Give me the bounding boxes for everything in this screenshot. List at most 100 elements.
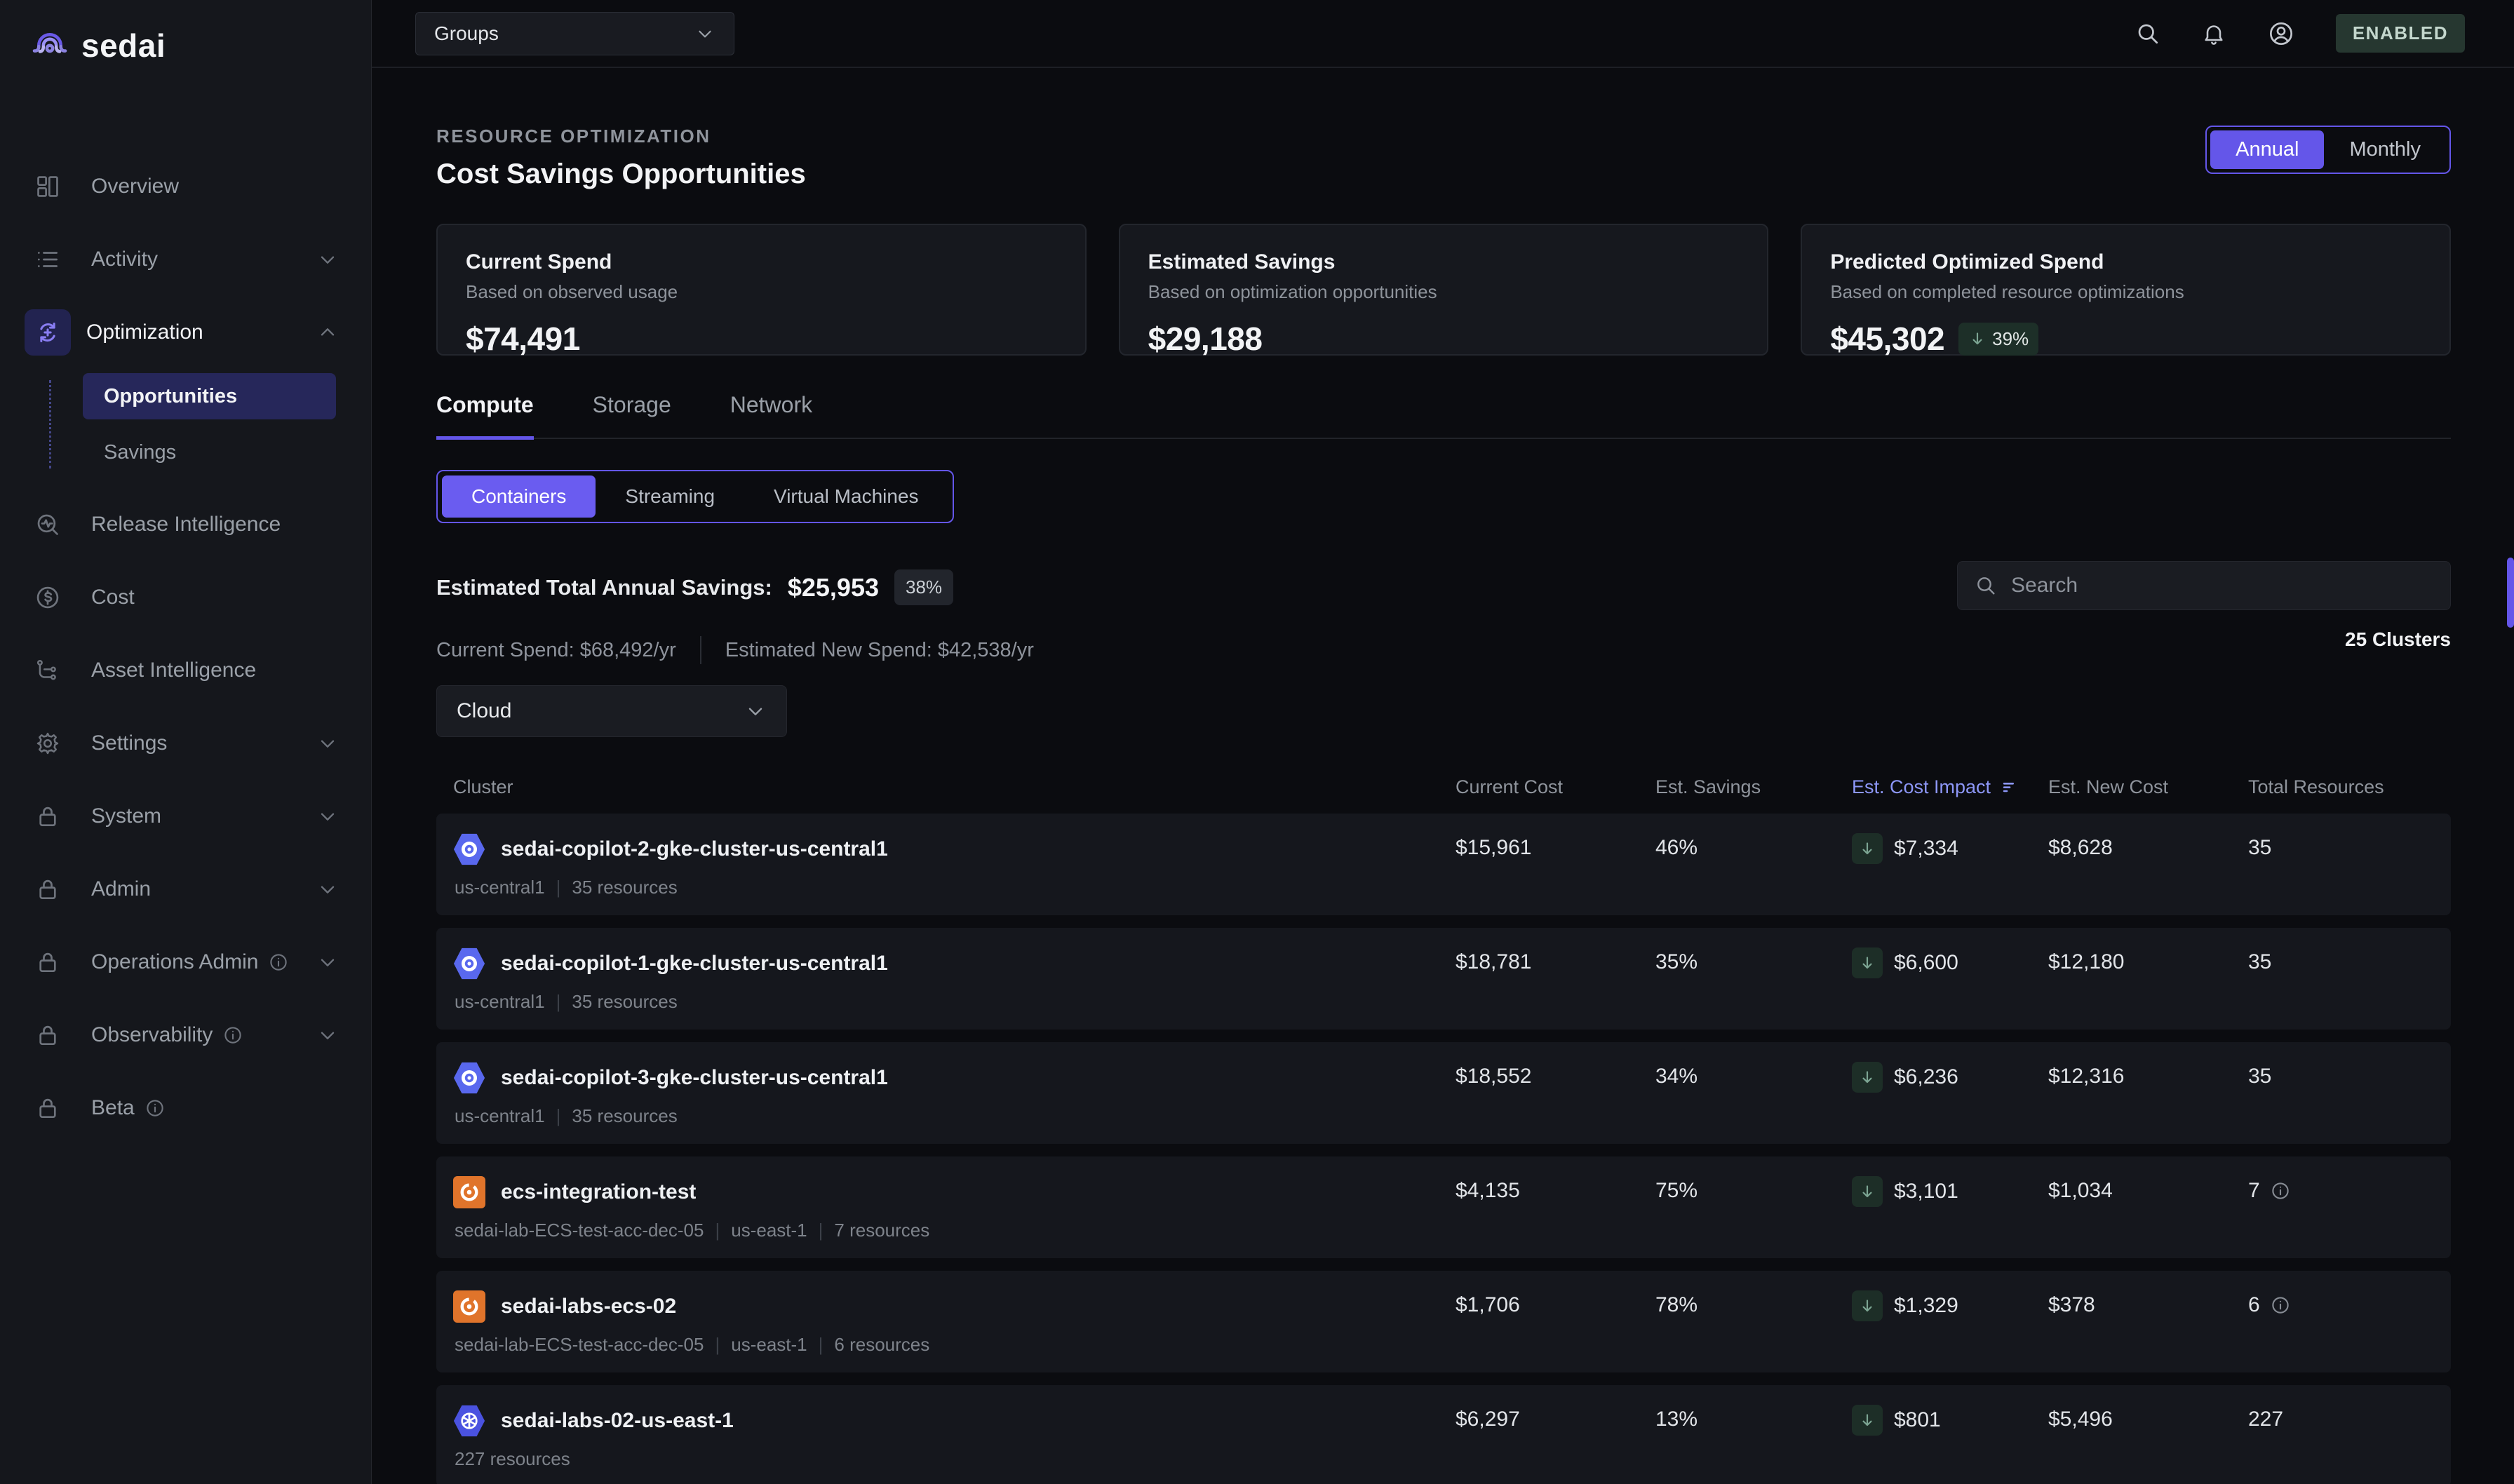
info-icon[interactable]	[2270, 1295, 2291, 1316]
sidebar-item-beta[interactable]: Beta	[0, 1072, 371, 1145]
tab-network[interactable]: Network	[730, 392, 812, 440]
sidebar-item-opportunities[interactable]: Opportunities	[83, 373, 336, 419]
sidebar-item-operations-admin[interactable]: Operations Admin	[0, 926, 371, 999]
sidebar-item-cost[interactable]: Cost	[0, 561, 371, 634]
sidebar-item-savings[interactable]: Savings	[83, 429, 336, 475]
est-savings-value: 34%	[1655, 1062, 1852, 1088]
search-icon[interactable]	[2135, 21, 2160, 46]
cluster-name: sedai-copilot-3-gke-cluster-us-central1	[501, 1066, 888, 1090]
sidebar-item-label: Release Intelligence	[91, 513, 339, 537]
grid-icon	[32, 173, 63, 200]
est-cost-impact-value: $1,329	[1894, 1294, 1958, 1318]
cluster-name: ecs-integration-test	[501, 1180, 696, 1204]
kubernetes-cluster-icon	[453, 1405, 485, 1437]
table-row[interactable]: sedai-labs-ecs-02 sedai-lab-ECS-test-acc…	[436, 1271, 2451, 1372]
cluster-meta: sedai-lab-ECS-test-acc-dec-05|us-east-1|…	[455, 1220, 1456, 1241]
col-cluster[interactable]: Cluster	[453, 776, 1456, 814]
subtab-streaming[interactable]: Streaming	[596, 475, 744, 518]
est-cost-impact-value: $6,600	[1894, 951, 1958, 975]
chevron-up-icon	[316, 321, 339, 344]
dollar-circle-icon	[32, 584, 63, 611]
col-total-resources[interactable]: Total Resources	[2248, 776, 2434, 814]
sidebar-item-optimization[interactable]: Optimization	[0, 296, 371, 369]
subtab-containers[interactable]: Containers	[442, 475, 596, 518]
current-cost-value: $6,297	[1456, 1405, 1655, 1431]
page-scrollbar-thumb[interactable]	[2507, 558, 2514, 628]
sidebar-item-label: Overview	[91, 175, 339, 198]
card-title: Predicted Optimized Spend	[1830, 250, 2421, 274]
sidebar-item-activity[interactable]: Activity	[0, 223, 371, 296]
cloud-filter-dropdown[interactable]: Cloud	[436, 685, 787, 737]
current-cost-value: $1,706	[1456, 1290, 1655, 1317]
current-cost-value: $4,135	[1456, 1176, 1655, 1203]
groups-dropdown-value: Groups	[434, 22, 694, 45]
total-resources-value: 227	[2248, 1408, 2283, 1431]
pulse-search-icon	[32, 511, 63, 538]
current-cost-value: $18,781	[1456, 947, 1655, 974]
sidebar-item-release-intelligence[interactable]: Release Intelligence	[0, 488, 371, 561]
compute-subtabs: Containers Streaming Virtual Machines	[436, 470, 954, 523]
est-savings-value: 46%	[1655, 833, 1852, 860]
col-est-savings[interactable]: Est. Savings	[1655, 776, 1852, 814]
sidebar-item-system[interactable]: System	[0, 780, 371, 853]
est-cost-impact-value: $801	[1894, 1408, 1941, 1432]
sidebar-item-asset-intelligence[interactable]: Asset Intelligence	[0, 634, 371, 707]
list-icon	[32, 246, 63, 273]
info-icon[interactable]	[2270, 1180, 2291, 1201]
table-row[interactable]: sedai-copilot-1-gke-cluster-us-central1 …	[436, 928, 2451, 1030]
cluster-name: sedai-copilot-2-gke-cluster-us-central1	[501, 837, 888, 861]
card-value: $29,188	[1148, 320, 1263, 358]
cluster-meta: sedai-lab-ECS-test-acc-dec-05|us-east-1|…	[455, 1334, 1456, 1356]
est-new-cost-value: $12,316	[2048, 1062, 2248, 1088]
cluster-search	[1957, 561, 2451, 610]
total-resources-value: 35	[2248, 1065, 2271, 1088]
user-avatar-icon[interactable]	[2267, 20, 2295, 48]
sidebar-item-admin[interactable]: Admin	[0, 853, 371, 926]
cluster-meta: us-central1|35 resources	[455, 991, 1456, 1013]
cost-down-arrow-icon	[1852, 947, 1883, 978]
section-eyebrow: RESOURCE OPTIMIZATION	[436, 126, 806, 147]
tab-compute[interactable]: Compute	[436, 392, 534, 440]
arrow-down-icon	[1968, 330, 1987, 348]
stat-cards: Current Spend Based on observed usage $7…	[436, 224, 2451, 356]
annual-toggle-button[interactable]: Annual	[2210, 130, 2324, 169]
col-est-cost-impact[interactable]: Est. Cost Impact	[1852, 776, 2048, 814]
card-subtitle: Based on observed usage	[466, 281, 1057, 303]
table-row[interactable]: sedai-copilot-3-gke-cluster-us-central1 …	[436, 1042, 2451, 1144]
gke-cluster-icon	[453, 833, 485, 865]
main-content: RESOURCE OPTIMIZATION Cost Savings Oppor…	[372, 68, 2514, 1484]
optimization-subnav: Opportunities Savings	[0, 373, 371, 475]
sidebar-item-label: Opportunities	[104, 385, 237, 408]
info-icon	[144, 1098, 166, 1119]
total-savings-label: Estimated Total Annual Savings:	[436, 575, 772, 600]
card-title: Estimated Savings	[1148, 250, 1740, 274]
est-new-cost-value: $12,180	[2048, 947, 2248, 974]
monthly-toggle-button[interactable]: Monthly	[2324, 130, 2446, 169]
total-resources-value: 7	[2248, 1179, 2260, 1203]
lock-icon	[32, 876, 63, 903]
cost-down-arrow-icon	[1852, 1176, 1883, 1207]
sidebar-item-observability[interactable]: Observability	[0, 999, 371, 1072]
current-cost-value: $18,552	[1456, 1062, 1655, 1088]
table-row[interactable]: sedai-labs-02-us-east-1 227 resources $6…	[436, 1385, 2451, 1484]
sidebar-item-settings[interactable]: Settings	[0, 707, 371, 780]
groups-dropdown[interactable]: Groups	[415, 12, 734, 55]
est-new-cost-value: $378	[2048, 1290, 2248, 1317]
col-current-cost[interactable]: Current Cost	[1456, 776, 1655, 814]
bell-icon[interactable]	[2201, 21, 2226, 46]
col-est-new-cost[interactable]: Est. New Cost	[2048, 776, 2248, 814]
table-row[interactable]: ecs-integration-test sedai-lab-ECS-test-…	[436, 1156, 2451, 1258]
cluster-name: sedai-labs-02-us-east-1	[501, 1409, 734, 1433]
subtab-virtual-machines[interactable]: Virtual Machines	[744, 475, 948, 518]
search-input[interactable]	[2011, 574, 2433, 598]
estimated-savings-card: Estimated Savings Based on optimization …	[1119, 224, 1769, 356]
enabled-status-badge: ENABLED	[2336, 14, 2465, 53]
lock-icon	[32, 949, 63, 976]
chevron-down-icon	[316, 1024, 339, 1046]
est-new-cost-value: $8,628	[2048, 833, 2248, 860]
tab-storage[interactable]: Storage	[593, 392, 671, 440]
sidebar-item-overview[interactable]: Overview	[0, 150, 371, 223]
sidebar-item-label: Observability	[91, 1023, 213, 1047]
table-row[interactable]: sedai-copilot-2-gke-cluster-us-central1 …	[436, 814, 2451, 915]
col-label: Est. Cost Impact	[1852, 776, 1991, 798]
